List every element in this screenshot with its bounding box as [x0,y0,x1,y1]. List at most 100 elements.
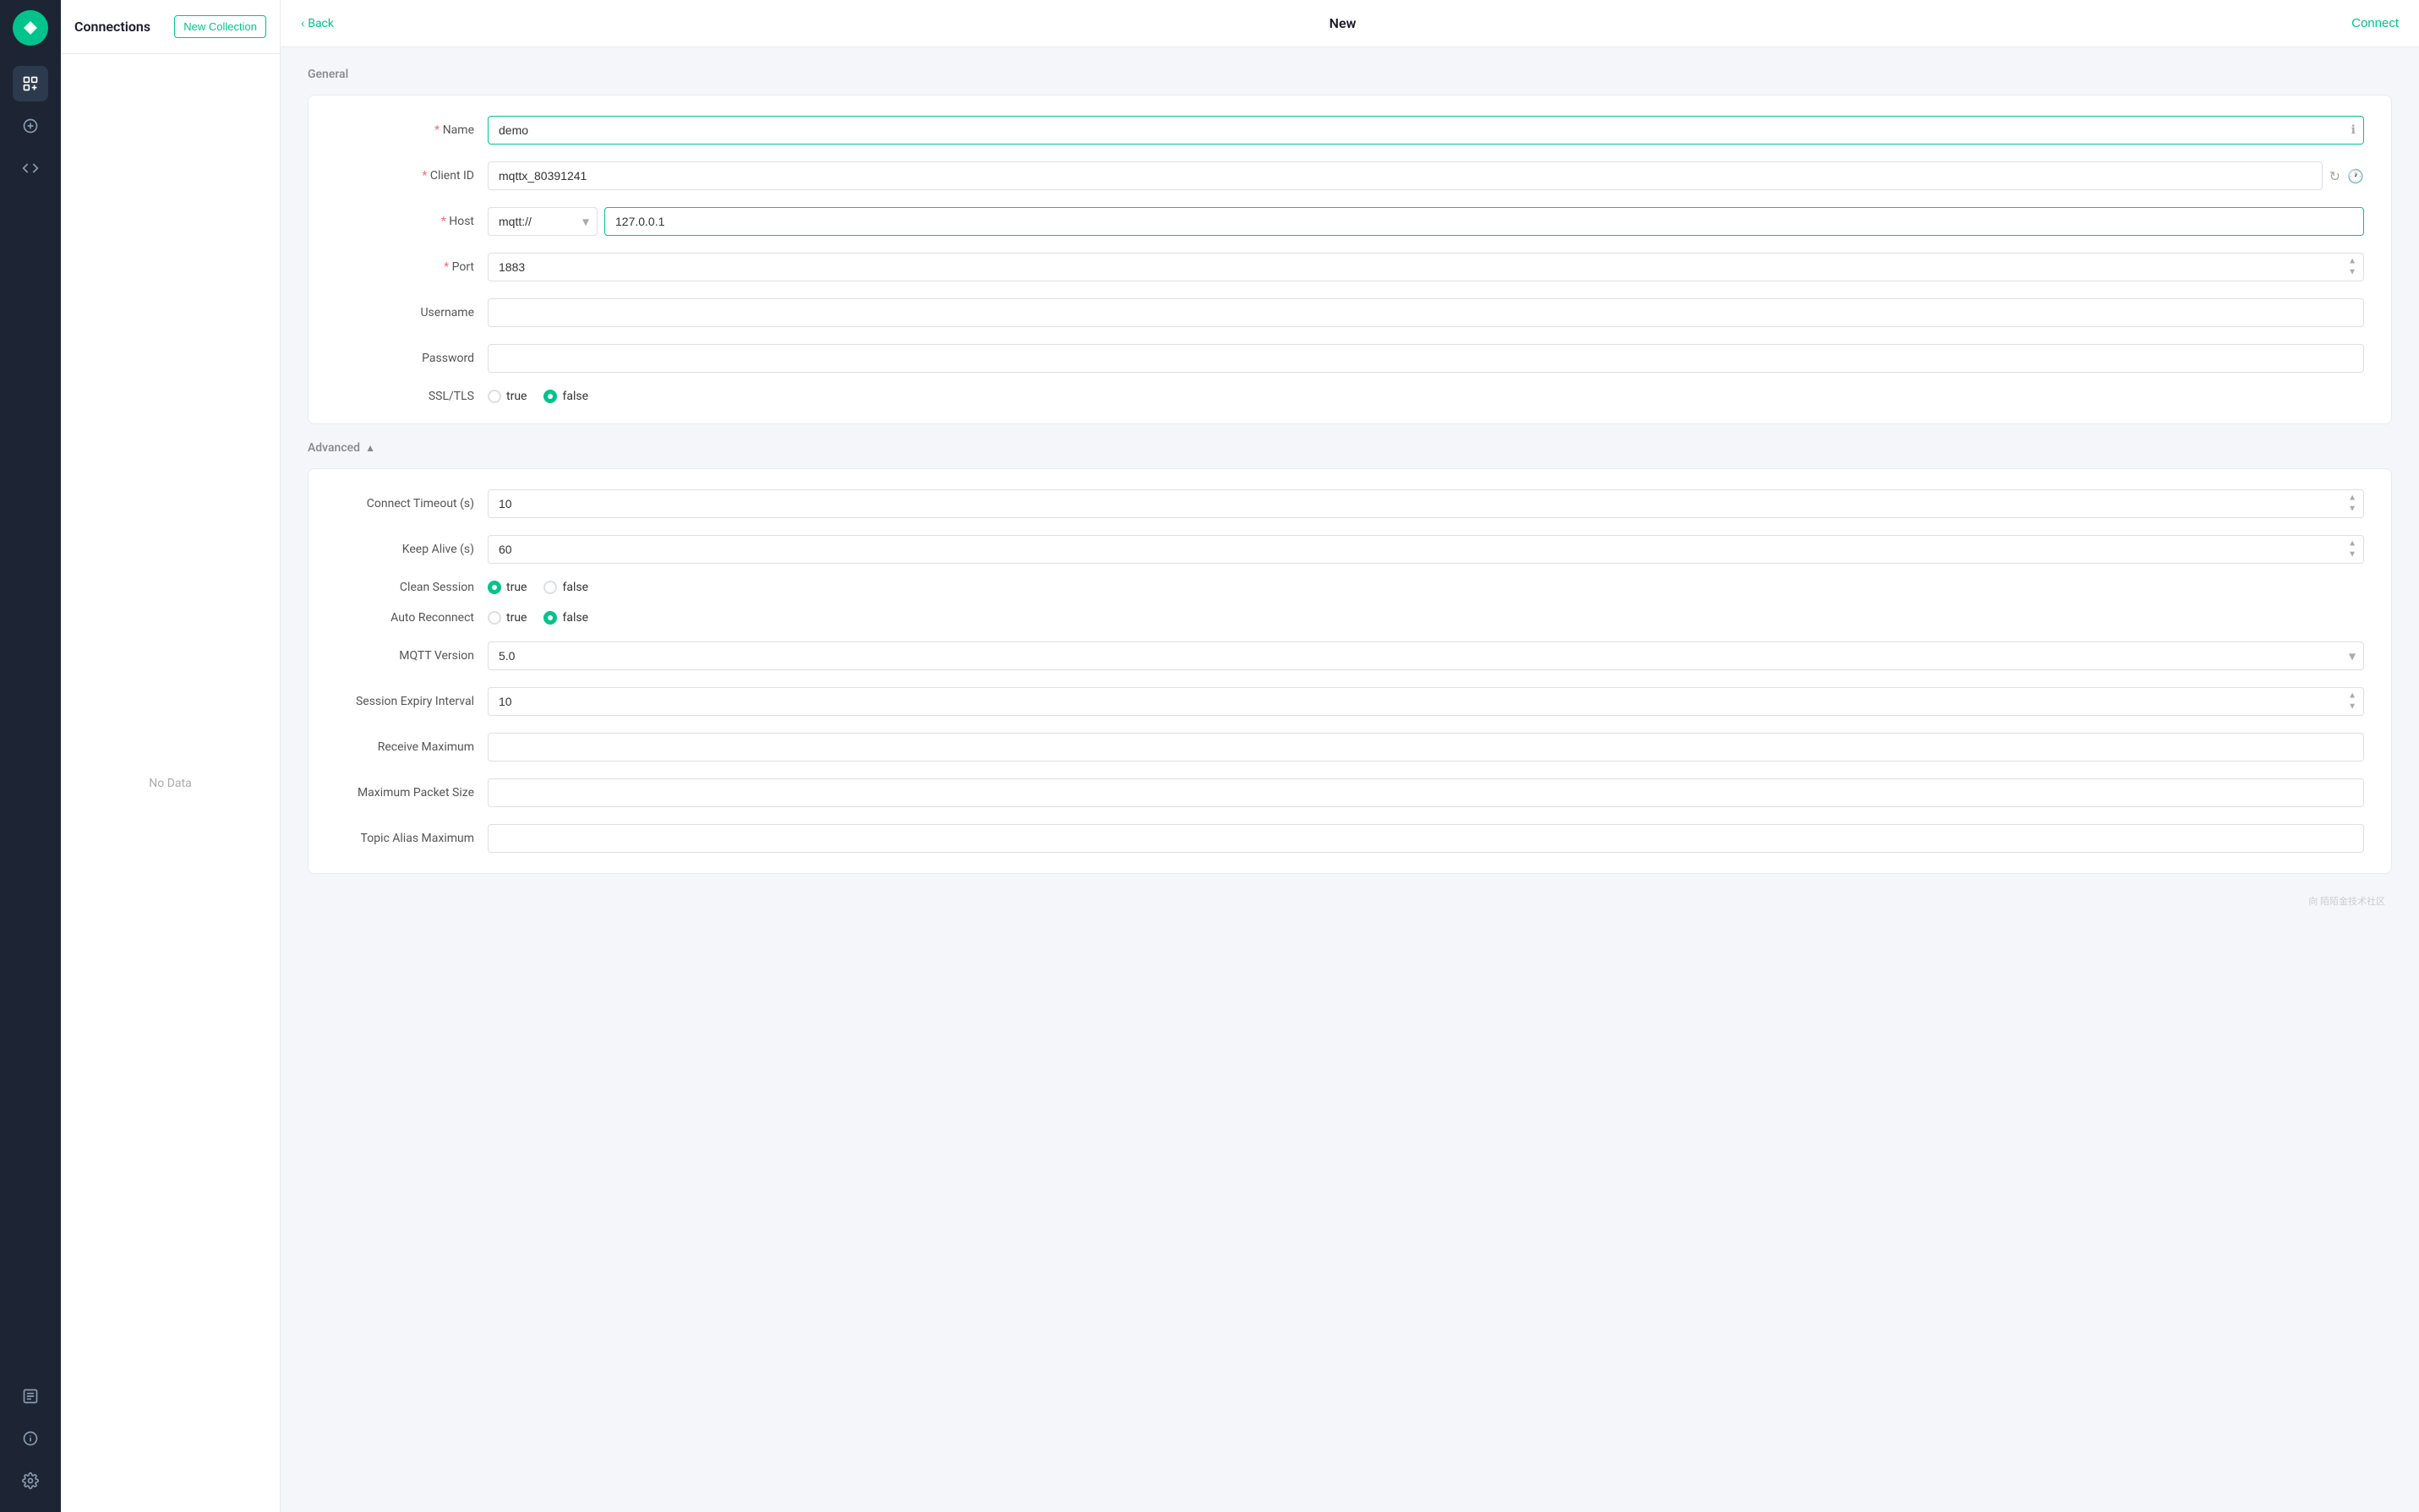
clean-session-false-label: false [562,581,588,594]
host-row: Host mqtt:// mqtts:// ws:// wss:// [336,207,2364,236]
host-input[interactable] [604,207,2364,236]
clock-icon[interactable]: 🕐 [2347,168,2364,184]
topic-alias-row: Topic Alias Maximum [336,824,2364,853]
auto-reconnect-false-radio[interactable] [543,611,557,625]
maximum-packet-label: Maximum Packet Size [336,786,488,800]
keep-alive-decrement[interactable]: ▼ [2347,550,2357,560]
ssl-true-label: true [506,390,527,403]
watermark: 向 陌陌金技术社区 [308,891,2392,911]
connect-timeout-label: Connect Timeout (s) [336,497,488,510]
session-expiry-row: Session Expiry Interval ▲ ▼ [336,687,2364,716]
password-input[interactable] [488,344,2364,373]
connect-timeout-spinner: ▲ ▼ [2347,494,2357,515]
ssl-true-option[interactable]: true [488,390,527,403]
auto-reconnect-true-option[interactable]: true [488,611,527,625]
connect-button[interactable]: Connect [2351,16,2399,30]
connect-timeout-increment[interactable]: ▲ [2347,494,2357,504]
app-logo[interactable] [13,10,48,46]
back-button[interactable]: ‹ Back [301,17,334,30]
session-expiry-wrapper: ▲ ▼ [488,687,2364,716]
clean-session-true-radio[interactable] [488,581,501,594]
host-protocol-wrapper: mqtt:// mqtts:// ws:// wss:// [488,207,598,236]
connections-title: Connections [74,19,150,35]
clean-session-label: Clean Session [336,581,488,594]
port-increment[interactable]: ▲ [2347,257,2357,267]
page-title: New [334,15,2351,31]
auto-reconnect-row: Auto Reconnect true false [336,611,2364,625]
keep-alive-wrapper: ▲ ▼ [488,535,2364,564]
username-input[interactable] [488,298,2364,327]
port-decrement[interactable]: ▼ [2347,268,2357,278]
ssl-tls-label: SSL/TLS [336,390,488,403]
general-card: Name ℹ Client ID ↻ 🕐 Host [308,95,2392,424]
collapse-icon[interactable]: ▲ [365,442,375,454]
ssl-false-option[interactable]: false [543,390,588,403]
keep-alive-increment[interactable]: ▲ [2347,539,2357,549]
port-spinner-wrapper: ▲ ▼ [488,253,2364,281]
host-protocol-select[interactable]: mqtt:// mqtts:// ws:// wss:// [488,207,598,236]
port-input[interactable] [488,253,2364,281]
session-expiry-increment[interactable]: ▲ [2347,691,2357,701]
sidebar-item-script[interactable] [13,150,48,186]
maximum-packet-input[interactable] [488,778,2364,807]
ssl-true-radio[interactable] [488,390,501,403]
username-row: Username [336,298,2364,327]
host-inputs: mqtt:// mqtts:// ws:// wss:// [488,207,2364,236]
session-expiry-input[interactable] [488,687,2364,716]
ssl-false-radio[interactable] [543,390,557,403]
script-icon [22,160,39,177]
password-label: Password [336,352,488,365]
auto-reconnect-label: Auto Reconnect [336,611,488,625]
maximum-packet-row: Maximum Packet Size [336,778,2364,807]
sidebar-item-info[interactable] [13,1421,48,1456]
mqtt-version-select-wrapper: 3.1 3.1.1 5.0 [488,641,2364,670]
info-icon [22,1430,39,1447]
ssl-false-label: false [562,390,588,403]
left-panel: Connections New Collection No Data [61,0,281,1512]
auto-reconnect-false-option[interactable]: false [543,611,588,625]
session-expiry-label: Session Expiry Interval [336,695,488,708]
connect-timeout-wrapper: ▲ ▼ [488,489,2364,518]
clean-session-true-option[interactable]: true [488,581,527,594]
auto-reconnect-true-radio[interactable] [488,611,501,625]
left-panel-header: Connections New Collection [61,0,280,54]
name-row: Name ℹ [336,116,2364,145]
topic-alias-input[interactable] [488,824,2364,853]
sidebar-item-connections[interactable] [13,66,48,101]
back-label: Back [308,17,334,30]
client-id-input[interactable] [488,161,2323,190]
new-collection-button[interactable]: New Collection [174,15,266,38]
sidebar-item-log[interactable] [13,1378,48,1414]
clean-session-false-radio[interactable] [543,581,557,594]
mqtt-version-row: MQTT Version 3.1 3.1.1 5.0 [336,641,2364,670]
clean-session-radio-group: true false [488,581,588,594]
log-icon [22,1388,39,1405]
form-area: General Name ℹ Client ID ↻ 🕐 [281,47,2419,1512]
sidebar-item-add[interactable] [13,108,48,144]
clean-session-row: Clean Session true false [336,581,2364,594]
mqtt-version-select[interactable]: 3.1 3.1.1 5.0 [488,641,2364,670]
receive-maximum-input[interactable] [488,733,2364,761]
mqtt-version-label: MQTT Version [336,649,488,663]
no-data-label: No Data [61,54,280,1512]
refresh-icon[interactable]: ↻ [2329,168,2340,184]
name-input[interactable] [488,116,2364,145]
connect-timeout-decrement[interactable]: ▼ [2347,505,2357,515]
connect-timeout-input[interactable] [488,489,2364,518]
session-expiry-decrement[interactable]: ▼ [2347,702,2357,712]
add-icon [22,117,39,134]
keep-alive-input[interactable] [488,535,2364,564]
receive-maximum-row: Receive Maximum [336,733,2364,761]
receive-maximum-label: Receive Maximum [336,740,488,754]
connections-icon [22,75,39,92]
keep-alive-spinner: ▲ ▼ [2347,539,2357,560]
sidebar-item-settings[interactable] [13,1463,48,1498]
general-section-title: General [308,68,2392,81]
info-icon-name[interactable]: ℹ [2351,123,2356,137]
port-spinner-btns: ▲ ▼ [2347,257,2357,278]
password-row: Password [336,344,2364,373]
keep-alive-row: Keep Alive (s) ▲ ▼ [336,535,2364,564]
auto-reconnect-true-label: true [506,611,527,625]
connect-timeout-row: Connect Timeout (s) ▲ ▼ [336,489,2364,518]
clean-session-false-option[interactable]: false [543,581,588,594]
